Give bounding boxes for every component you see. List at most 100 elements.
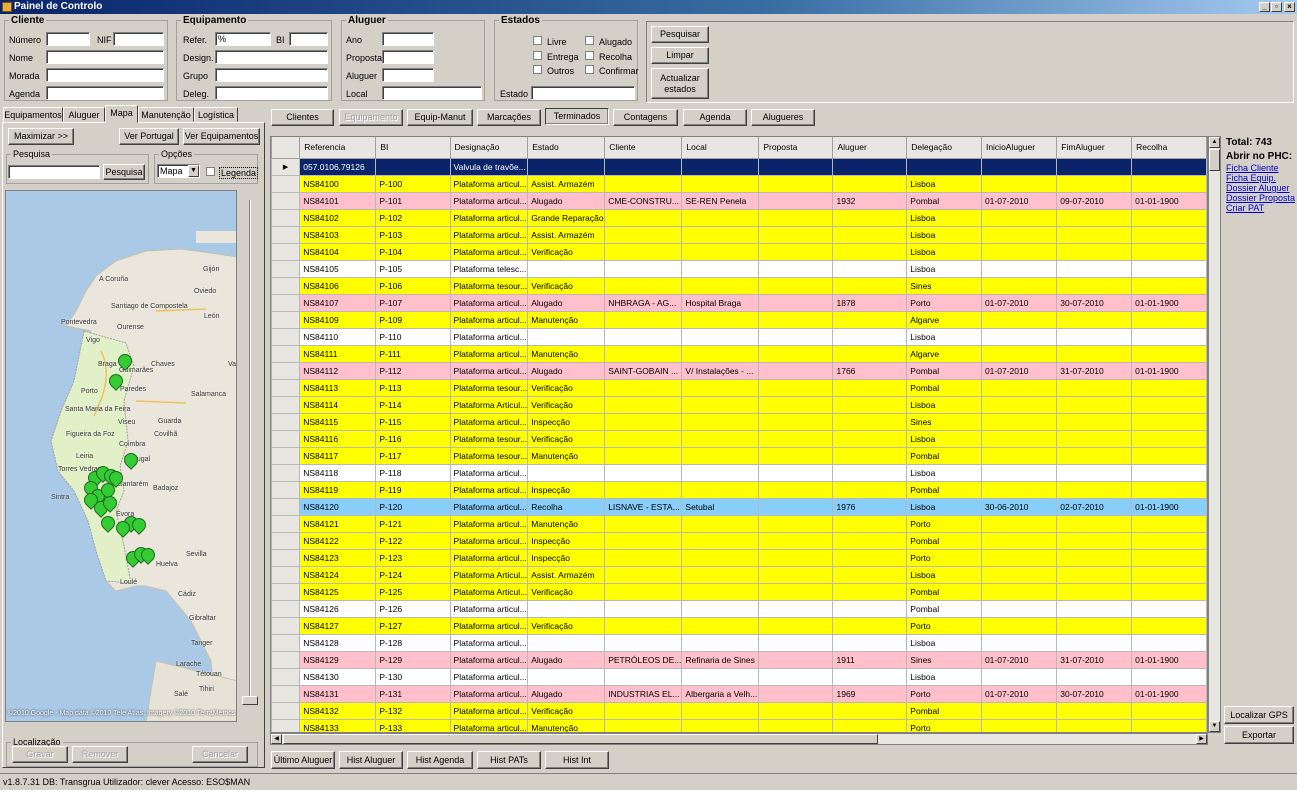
- grupo-field[interactable]: [215, 68, 328, 82]
- row-header[interactable]: [271, 514, 301, 533]
- table-row[interactable]: NS84109 P-109 Plataforma articul... Manuten…: [271, 310, 1207, 329]
- equipment-grid[interactable]: Referencia BI Designação Estado Cliente Local…: [270, 136, 1208, 733]
- proposta-field[interactable]: [382, 50, 434, 64]
- row-header[interactable]: [271, 463, 301, 482]
- row-header[interactable]: [271, 497, 301, 516]
- table-row[interactable]: NS84102 P-102 Plataforma articul... Grande …: [271, 208, 1207, 227]
- table-row[interactable]: NS84127 P-127 Plataforma articul... Verific…: [271, 616, 1207, 635]
- table-row[interactable]: NS84125 P-125 Plataforma Articul... Verific…: [271, 582, 1207, 601]
- zoom-handle[interactable]: [242, 696, 258, 705]
- morada-field[interactable]: [46, 68, 164, 82]
- agenda-field[interactable]: [46, 86, 164, 100]
- tab-logistica[interactable]: Logística: [194, 107, 238, 122]
- table-row[interactable]: NS84133 P-133 Plataforma articul... Manuten…: [271, 718, 1207, 732]
- estado-field[interactable]: [531, 86, 635, 100]
- table-row[interactable]: ▶ 057.0106.79126 Valvula de travõe...: [271, 157, 1207, 176]
- row-header[interactable]: [271, 633, 301, 652]
- map-search-button[interactable]: Pesquisa: [103, 164, 145, 180]
- scroll-down-icon[interactable]: ▼: [1209, 721, 1220, 732]
- refer-field[interactable]: %: [215, 32, 271, 46]
- row-header[interactable]: [271, 208, 301, 227]
- table-row[interactable]: NS84116 P-116 Plataforma tesour... Verifica…: [271, 429, 1207, 448]
- row-header[interactable]: [271, 667, 301, 686]
- bi-field[interactable]: [289, 32, 328, 46]
- tab-marcacoes[interactable]: Marcações: [477, 109, 541, 126]
- row-header[interactable]: [271, 242, 301, 261]
- table-row[interactable]: NS84128 P-128 Plataforma articul... Lisboa: [271, 633, 1207, 652]
- tab-alugueres[interactable]: Alugueres: [751, 109, 815, 126]
- tab-hist-int[interactable]: Hist Int: [545, 751, 609, 769]
- column-header[interactable]: Cliente: [604, 137, 683, 159]
- column-header[interactable]: Designação: [449, 137, 529, 159]
- tab-hist-aluguer[interactable]: Hist Aluguer: [339, 751, 403, 769]
- legenda-checkbox[interactable]: [206, 167, 215, 176]
- tab-terminados[interactable]: Terminados: [545, 108, 609, 125]
- aluguer-field[interactable]: [382, 68, 434, 82]
- table-row[interactable]: NS84111 P-111 Plataforma articul... Manuten…: [271, 344, 1207, 363]
- row-header[interactable]: [271, 582, 301, 601]
- row-header[interactable]: [271, 174, 301, 193]
- row-header[interactable]: [271, 259, 301, 278]
- tab-manutencao[interactable]: Manutenção: [138, 107, 194, 122]
- actualizar-estados-button[interactable]: Actualizar estados: [651, 68, 709, 99]
- table-row[interactable]: NS84120 P-120 Plataforma articul... Recolha…: [271, 497, 1207, 516]
- tab-contagens[interactable]: Contagens: [613, 109, 678, 126]
- grid-horizontal-scrollbar[interactable]: ◀ ▶: [270, 733, 1208, 745]
- table-row[interactable]: NS84107 P-107 Plataforma articul... Alugado…: [271, 293, 1207, 312]
- grid-vertical-scrollbar[interactable]: ▲ ▼: [1208, 136, 1221, 733]
- row-header[interactable]: [271, 412, 301, 431]
- maximizar-button[interactable]: Maximizar >>: [8, 128, 74, 145]
- table-row[interactable]: NS84101 P-101 Plataforma articul... Alugado…: [271, 191, 1207, 210]
- table-row[interactable]: NS84126 P-126 Plataforma articul... Pombal: [271, 599, 1207, 618]
- limpar-button[interactable]: Limpar: [651, 47, 709, 64]
- recolha-checkbox[interactable]: [585, 51, 594, 60]
- row-header[interactable]: [271, 565, 301, 584]
- tab-hist-agenda[interactable]: Hist Agenda: [407, 751, 473, 769]
- numero-field[interactable]: [46, 32, 90, 46]
- tab-aluguer[interactable]: Aluguer: [63, 107, 105, 122]
- column-header[interactable]: InicioAluguer: [980, 137, 1058, 159]
- cancelar-button[interactable]: Cancelar: [192, 746, 248, 763]
- table-row[interactable]: NS84115 P-115 Plataforma articul... Inspecç…: [271, 412, 1207, 431]
- dossier-aluguer-link[interactable]: Dossier Aluguer: [1226, 183, 1290, 193]
- tab-mapa[interactable]: Mapa: [105, 105, 138, 123]
- row-header[interactable]: [271, 310, 301, 329]
- map-view[interactable]: A Coruña Gijón Oviedo Santiago de Compostel…: [5, 190, 237, 722]
- ficha-equip-link[interactable]: Ficha Equip.: [1226, 173, 1276, 183]
- row-header[interactable]: [271, 429, 301, 448]
- pesquisar-button[interactable]: Pesquisar: [651, 26, 709, 43]
- tab-hist-pats[interactable]: Hist PATs: [477, 751, 541, 769]
- row-header[interactable]: [271, 225, 301, 244]
- table-row[interactable]: NS84119 P-119 Plataforma articul... Inspecç…: [271, 480, 1207, 499]
- close-button[interactable]: ×: [1284, 2, 1295, 12]
- hscroll-thumb[interactable]: [283, 734, 878, 744]
- tab-equip-manut[interactable]: Equip-Manut: [407, 109, 473, 126]
- table-row[interactable]: NS84113 P-113 Plataforma tesour... Verifica…: [271, 378, 1207, 397]
- row-header[interactable]: [271, 378, 301, 397]
- table-row[interactable]: NS84112 P-112 Plataforma articul... Alugado…: [271, 361, 1207, 380]
- column-header[interactable]: Recolha: [1131, 137, 1207, 159]
- entrega-checkbox[interactable]: [533, 51, 542, 60]
- row-header[interactable]: [271, 327, 301, 346]
- table-row[interactable]: NS84121 P-121 Plataforma articul... Manuten…: [271, 514, 1207, 533]
- table-row[interactable]: NS84130 P-130 Plataforma articul... Lisboa: [271, 667, 1207, 686]
- table-row[interactable]: NS84117 P-117 Plataforma tesour... Manutenç…: [271, 446, 1207, 465]
- row-header[interactable]: [271, 701, 301, 720]
- scroll-up-icon[interactable]: ▲: [1209, 137, 1220, 148]
- localizar-gps-button[interactable]: Localizar GPS: [1224, 706, 1294, 724]
- exportar-button[interactable]: Exportar: [1224, 726, 1294, 744]
- column-header[interactable]: Delegação: [906, 137, 982, 159]
- table-row[interactable]: NS84103 P-103 Plataforma articul... Assist.…: [271, 225, 1207, 244]
- row-header[interactable]: [271, 480, 301, 499]
- livre-checkbox[interactable]: [533, 36, 542, 45]
- row-header[interactable]: [271, 361, 301, 380]
- column-header[interactable]: Aluguer: [832, 137, 908, 159]
- row-header[interactable]: [271, 276, 301, 295]
- map-search-input[interactable]: [8, 165, 100, 179]
- row-header[interactable]: [271, 684, 301, 703]
- column-header[interactable]: BI: [375, 137, 451, 159]
- table-row[interactable]: NS84100 P-100 Plataforma articul... Assist.…: [271, 174, 1207, 193]
- row-header[interactable]: [271, 531, 301, 550]
- ficha-cliente-link[interactable]: Ficha Cliente: [1226, 163, 1279, 173]
- maximize-button[interactable]: ▫: [1271, 2, 1282, 12]
